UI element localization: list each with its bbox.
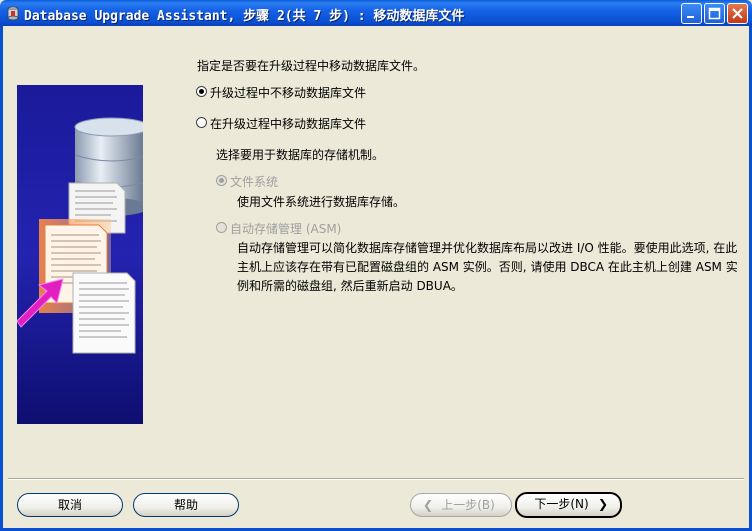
window-frame-left <box>0 26 3 531</box>
arrow-left-icon: ❮ <box>423 498 434 512</box>
dbua-window: Database Upgrade Assistant, 步骤 2(共 7 步) … <box>0 0 752 531</box>
button-separator <box>8 478 744 480</box>
storage-prompt: 选择要用于数据库的存储机制。 <box>216 148 385 162</box>
maximize-icon <box>708 7 721 20</box>
window-title: Database Upgrade Assistant, 步骤 2(共 7 步) … <box>24 9 465 24</box>
minimize-icon <box>687 16 694 18</box>
asm-radio[interactable] <box>216 222 227 233</box>
close-button[interactable] <box>727 3 748 24</box>
next-button-label: 下一步(N) <box>534 497 589 511</box>
file-system-label[interactable]: 文件系统 <box>230 173 278 190</box>
asm-desc: 自动存储管理可以简化数据库存储管理并优化数据库布局以改进 I/O 性能。要使用此… <box>237 241 738 293</box>
maximize-button[interactable] <box>704 3 725 24</box>
move-radio[interactable] <box>196 117 207 128</box>
move-files-prompt: 指定是否要在升级过程中移动数据库文件。 <box>197 59 426 73</box>
no-move-radio[interactable] <box>196 86 207 97</box>
file-system-radio[interactable] <box>216 175 227 186</box>
wizard-side-image <box>17 85 143 424</box>
back-button[interactable]: ❮ 上一步(B) <box>410 493 512 517</box>
cancel-button-label: 取消 <box>57 498 82 512</box>
title-bar[interactable]: Database Upgrade Assistant, 步骤 2(共 7 步) … <box>0 0 752 26</box>
no-move-label[interactable]: 升级过程中不移动数据库文件 <box>210 84 366 101</box>
close-icon <box>732 8 743 19</box>
help-button[interactable]: 帮助 <box>133 493 239 517</box>
arrow-right-icon: ❯ <box>597 497 608 511</box>
file-system-desc: 使用文件系统进行数据库存储。 <box>237 195 406 209</box>
asm-label[interactable]: 自动存储管理 (ASM) <box>230 220 341 237</box>
cancel-button[interactable]: 取消 <box>17 493 123 517</box>
minimize-button[interactable] <box>681 3 702 24</box>
help-button-label: 帮助 <box>173 498 198 512</box>
app-icon <box>7 6 19 21</box>
back-button-label: 上一步(B) <box>441 498 495 512</box>
next-button[interactable]: 下一步(N) ❯ <box>515 492 622 518</box>
move-label[interactable]: 在升级过程中移动数据库文件 <box>210 115 366 132</box>
